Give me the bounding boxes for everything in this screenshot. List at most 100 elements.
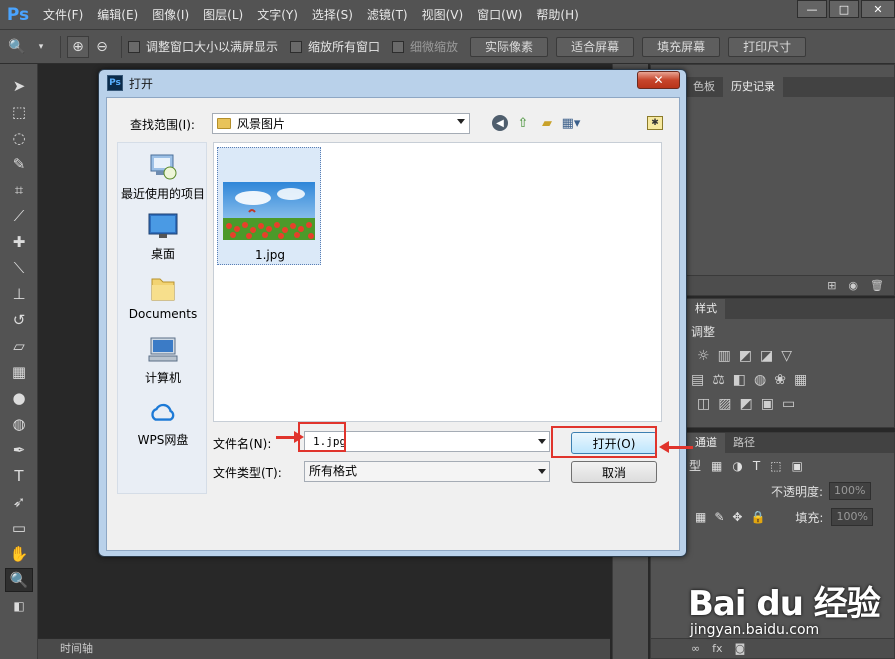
- close-app-button[interactable]: ✕: [861, 0, 895, 18]
- print-size-button[interactable]: 打印尺寸: [728, 36, 807, 57]
- type-tool-icon[interactable]: T: [5, 464, 33, 488]
- hand-tool-icon[interactable]: ✋: [5, 542, 33, 566]
- posterize-icon[interactable]: ▨: [718, 396, 731, 412]
- fx-label[interactable]: fx: [712, 642, 722, 655]
- dialog-close-button[interactable]: ✕: [637, 71, 680, 89]
- eyedropper-tool-icon[interactable]: ⟋: [5, 204, 33, 228]
- color-swatches-icon[interactable]: ◧: [5, 594, 33, 618]
- adjust-filter-icon[interactable]: ◑: [732, 459, 742, 473]
- menu-view[interactable]: 视图(V): [415, 0, 471, 30]
- crop-tool-icon[interactable]: ⌗: [5, 178, 33, 202]
- curves-icon[interactable]: ◩: [739, 348, 752, 364]
- place-documents[interactable]: Documents: [118, 273, 208, 321]
- layer-kind-label[interactable]: 型: [689, 457, 701, 474]
- zoom-tool-icon[interactable]: 🔍: [6, 36, 28, 58]
- mixer-icon[interactable]: ❀: [774, 372, 786, 388]
- tab-history[interactable]: 历史记录: [723, 77, 783, 97]
- new-folder-icon[interactable]: ▰: [538, 114, 556, 132]
- lasso-tool-icon[interactable]: ◌: [5, 126, 33, 150]
- place-computer[interactable]: 计算机: [118, 335, 208, 386]
- zoom-out-icon[interactable]: ⊖: [91, 36, 113, 58]
- place-desktop[interactable]: 桌面: [118, 211, 208, 262]
- photo-filter-icon[interactable]: ◍: [754, 372, 766, 388]
- filetype-dropdown[interactable]: 所有格式: [304, 461, 550, 482]
- timeline-panel[interactable]: 时间轴: [38, 638, 610, 659]
- menu-window[interactable]: 窗口(W): [470, 0, 529, 30]
- menu-file[interactable]: 文件(F): [36, 0, 90, 30]
- levels-icon[interactable]: ▥: [718, 348, 731, 364]
- smart-filter-icon[interactable]: ▣: [792, 459, 803, 473]
- menu-help[interactable]: 帮助(H): [529, 0, 585, 30]
- type-filter-icon[interactable]: T: [753, 459, 760, 473]
- zoom-all-windows-checkbox[interactable]: 缩放所有窗口: [290, 38, 380, 55]
- actual-pixels-button[interactable]: 实际像素: [470, 36, 549, 57]
- menu-type[interactable]: 文字(Y): [250, 0, 305, 30]
- bw-icon[interactable]: ◧: [733, 372, 746, 388]
- fit-screen-button[interactable]: 适合屏幕: [556, 36, 635, 57]
- path-select-tool-icon[interactable]: ➶: [5, 490, 33, 514]
- cancel-button[interactable]: 取消: [571, 461, 657, 483]
- exposure-icon[interactable]: ◪: [760, 348, 773, 364]
- back-icon[interactable]: ◀: [492, 115, 508, 131]
- invert-icon[interactable]: ◫: [697, 396, 710, 412]
- menu-image[interactable]: 图像(I): [145, 0, 196, 30]
- lock-all-icon[interactable]: 🔒: [750, 510, 765, 524]
- blur-tool-icon[interactable]: ●: [5, 386, 33, 410]
- move-tool-icon[interactable]: ➤: [5, 74, 33, 98]
- brightness-icon[interactable]: ☼: [697, 348, 710, 364]
- menu-layer[interactable]: 图层(L): [196, 0, 250, 30]
- scrubby-zoom-checkbox[interactable]: 细微缩放: [392, 38, 458, 55]
- lock-position-icon[interactable]: ✥: [732, 510, 742, 524]
- dialog-titlebar[interactable]: Ps 打开: [99, 70, 686, 96]
- photoshop-folder-icon[interactable]: ✱: [647, 116, 663, 130]
- link-layers-icon[interactable]: ∞: [691, 642, 700, 655]
- filetype-chevron-down-icon[interactable]: [538, 469, 546, 474]
- vibrance-icon[interactable]: ▽: [781, 348, 792, 364]
- balance-icon[interactable]: ⚖: [712, 372, 725, 388]
- menu-edit[interactable]: 编辑(E): [90, 0, 145, 30]
- brush-tool-icon[interactable]: ⟍: [5, 256, 33, 280]
- eraser-tool-icon[interactable]: ▱: [5, 334, 33, 358]
- tab-paths[interactable]: 路径: [725, 433, 763, 453]
- pen-tool-icon[interactable]: ✒: [5, 438, 33, 462]
- fill-screen-button[interactable]: 填充屏幕: [642, 36, 721, 57]
- fill-input[interactable]: 100%: [831, 508, 873, 526]
- menu-filter[interactable]: 滤镜(T): [360, 0, 415, 30]
- lock-pixels-icon[interactable]: ▦: [695, 510, 706, 524]
- place-recent[interactable]: 最近使用的项目: [118, 151, 208, 202]
- healing-brush-tool-icon[interactable]: ✚: [5, 230, 33, 254]
- zoom-tool-active-icon[interactable]: 🔍: [5, 568, 33, 592]
- history-brush-tool-icon[interactable]: ↺: [5, 308, 33, 332]
- clone-stamp-tool-icon[interactable]: ⊥: [5, 282, 33, 306]
- selective-color-icon[interactable]: ▣: [761, 396, 774, 412]
- pixel-filter-icon[interactable]: ▦: [711, 459, 722, 473]
- look-in-dropdown[interactable]: 风景图片: [212, 113, 470, 134]
- menu-select[interactable]: 选择(S): [305, 0, 360, 30]
- hue-icon[interactable]: ▤: [691, 372, 704, 388]
- place-wps-cloud[interactable]: WPS网盘: [118, 397, 208, 448]
- gradient-map-icon[interactable]: ▭: [782, 396, 795, 412]
- lock-brush-icon[interactable]: ✎: [714, 510, 724, 524]
- threshold-icon[interactable]: ◩: [739, 396, 752, 412]
- filename-chevron-down-icon[interactable]: [538, 439, 546, 444]
- dodge-tool-icon[interactable]: ◍: [5, 412, 33, 436]
- quick-select-tool-icon[interactable]: ✎: [5, 152, 33, 176]
- opacity-input[interactable]: 100%: [829, 482, 871, 500]
- gradient-tool-icon[interactable]: ▦: [5, 360, 33, 384]
- lookup-icon[interactable]: ▦: [794, 372, 807, 388]
- tool-preset-arrow-icon[interactable]: ▾: [30, 36, 52, 58]
- marquee-tool-icon[interactable]: ⬚: [5, 100, 33, 124]
- minimize-button[interactable]: —: [797, 0, 827, 18]
- trash-icon[interactable]: 🗑: [870, 279, 884, 292]
- resize-windows-checkbox[interactable]: 调整窗口大小以满屏显示: [128, 38, 278, 55]
- file-item[interactable]: 1.jpg: [217, 147, 321, 265]
- shape-filter-icon[interactable]: ⬚: [770, 459, 781, 473]
- shape-tool-icon[interactable]: ▭: [5, 516, 33, 540]
- mask-icon[interactable]: ◙: [735, 642, 746, 655]
- new-document-icon[interactable]: ⊞: [827, 279, 836, 292]
- camera-icon[interactable]: ◉: [848, 279, 858, 292]
- maximize-button[interactable]: □: [829, 0, 859, 18]
- up-folder-icon[interactable]: ⇧: [514, 114, 532, 132]
- view-menu-icon[interactable]: ▦▾: [562, 114, 581, 132]
- zoom-in-icon[interactable]: ⊕: [67, 35, 89, 58]
